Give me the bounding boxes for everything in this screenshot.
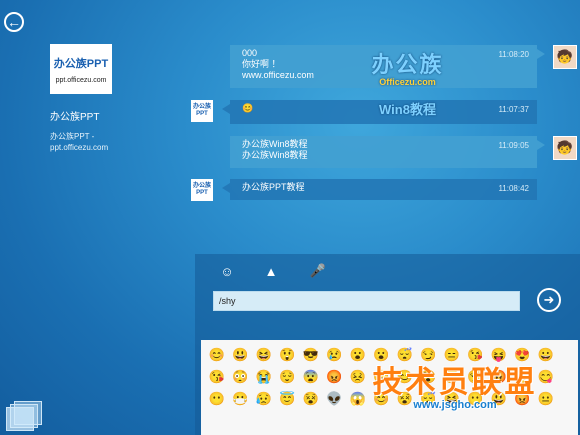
officezu-watermark: 办公族 Officezu.com Win8教程 (360, 47, 455, 118)
emoji-item[interactable]: 😇 (276, 388, 300, 410)
emoji-item[interactable]: 😎 (299, 344, 323, 366)
contact-subtitle: 办公族PPT - ppt.officezu.com (50, 132, 109, 152)
contact-name: 办公族PPT (50, 112, 100, 123)
message-line: 办公族PPT教程 (242, 182, 305, 192)
message-time: 11:08:42 (498, 184, 529, 193)
emoji-item[interactable]: 😵 (299, 388, 323, 410)
emoji-item[interactable]: 😭 (252, 366, 276, 388)
contact-logo-url: ppt.officezu.com (55, 76, 107, 84)
message-bubble[interactable]: 办公族Win8教程 办公族Win8教程 11:09:05 (230, 136, 545, 168)
back-button[interactable]: ← (4, 12, 24, 32)
emoji-item[interactable]: 😷 (229, 388, 253, 410)
microphone-icon[interactable]: 🎤 (309, 262, 327, 280)
app-switcher-icon[interactable] (6, 401, 42, 431)
watermark-tag: Win8教程 (379, 102, 436, 117)
message-line: 办公族Win8教程 (242, 150, 308, 160)
emoji-item[interactable]: 👽 (323, 388, 347, 410)
message-line: 办公族Win8教程 (242, 139, 308, 149)
emoji-item[interactable]: 😲 (276, 344, 300, 366)
message-bubble[interactable]: 办公族PPT教程 11:08:42 (222, 179, 537, 200)
emoji-item[interactable]: 😃 (229, 344, 253, 366)
contact-avatar: 办公族 PPT (191, 179, 213, 201)
watermark-brand: 办公族 (371, 52, 444, 77)
emoji-item[interactable]: 😊 (205, 344, 229, 366)
jsgho-watermark: 技术员联盟 www.jsgho.com (345, 357, 565, 411)
message-time: 11:08:20 (498, 50, 529, 59)
emoji-item[interactable]: 😳 (229, 366, 253, 388)
contact-logo-text: 办公族PPT (53, 57, 109, 70)
emoji-item[interactable]: 😌 (276, 366, 300, 388)
emoji-item[interactable]: 😨 (299, 366, 323, 388)
emoji-item[interactable]: 😶 (205, 388, 229, 410)
send-button[interactable]: ➜ (537, 288, 561, 312)
emoji-item[interactable]: 😥 (252, 388, 276, 410)
message-input[interactable] (213, 291, 520, 311)
emoji-item[interactable]: 😡 (323, 366, 347, 388)
my-avatar: 🧒 (553, 136, 577, 160)
emoji-item[interactable]: 😘 (205, 366, 229, 388)
emoji-item[interactable]: 😢 (323, 344, 347, 366)
contact-logo: 办公族PPT ppt.officezu.com (50, 44, 112, 94)
watermark2-title: 技术员联盟 (372, 366, 538, 399)
message-time: 11:07:37 (498, 105, 529, 114)
emoji-item[interactable]: 😆 (252, 344, 276, 366)
message-time: 11:09:05 (498, 141, 529, 150)
smiley-icon[interactable]: ☺ (218, 262, 236, 280)
my-avatar: 🧒 (553, 45, 577, 69)
contact-avatar: 办公族 PPT (191, 100, 213, 122)
image-icon[interactable]: ▲ (262, 262, 280, 280)
